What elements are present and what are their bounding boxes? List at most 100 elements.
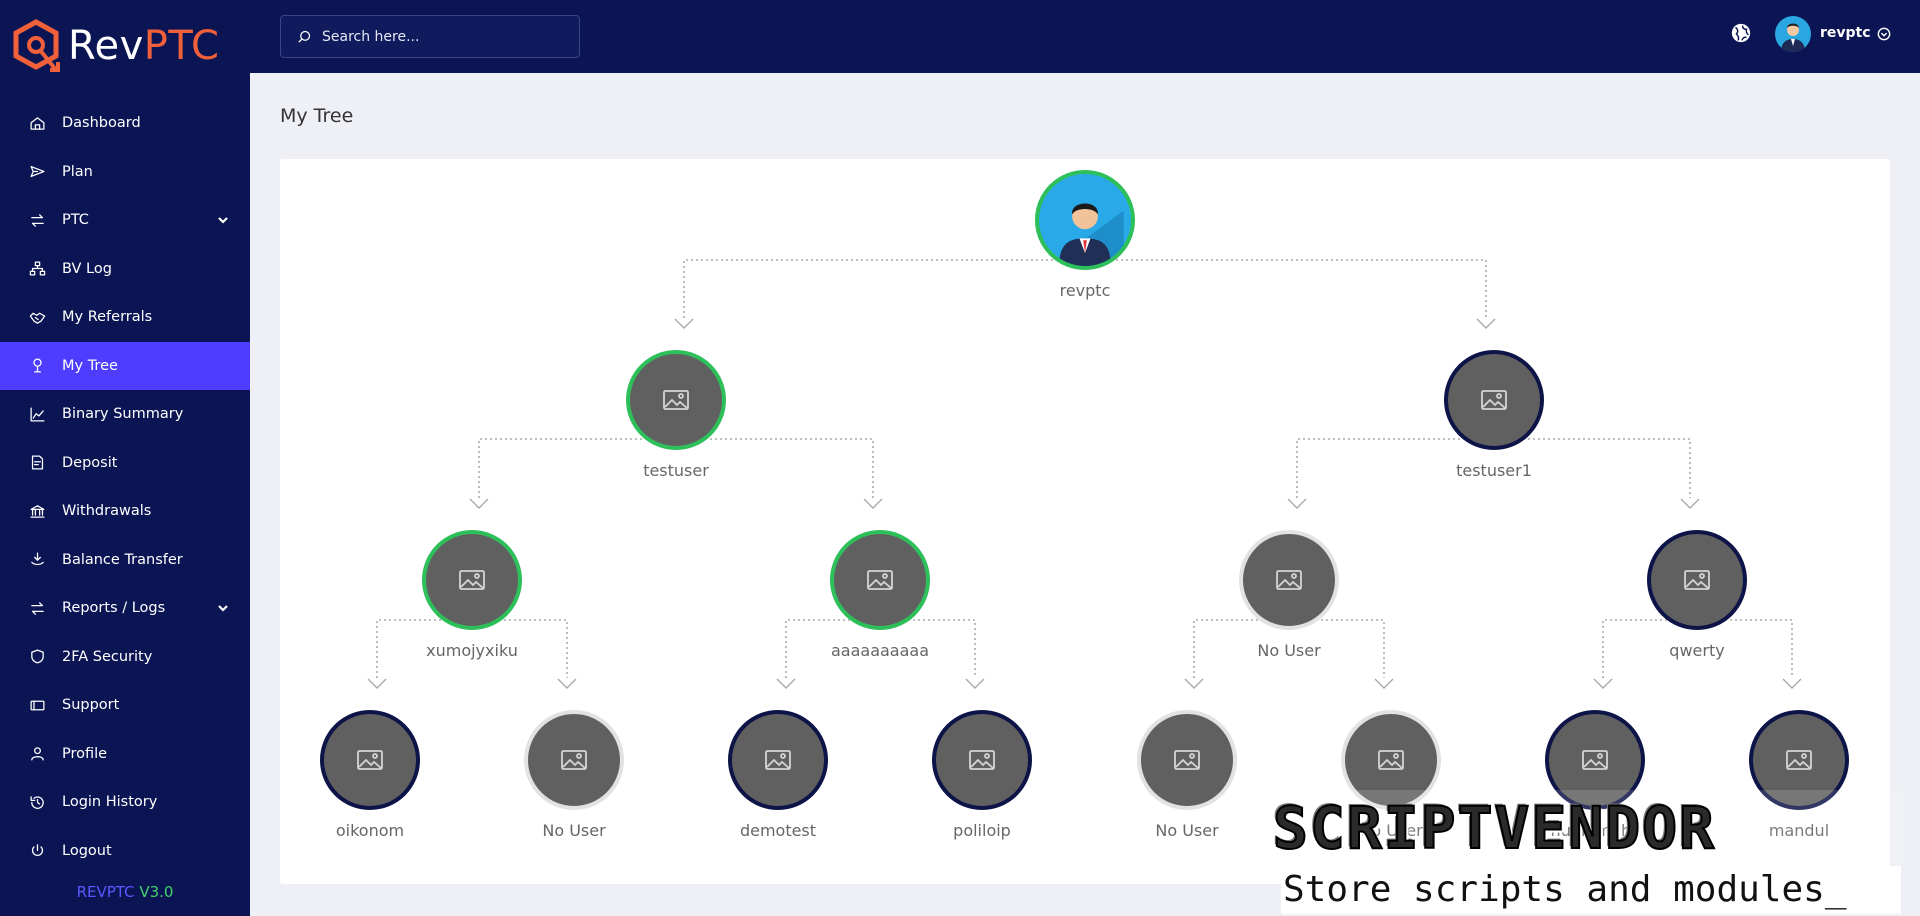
tree-node-label-root[interactable]: revptc — [1025, 279, 1145, 303]
chevron-down-icon[interactable] — [1877, 26, 1891, 41]
sidebar-item-label: My Tree — [62, 357, 118, 374]
image-placeholder-icon — [1683, 568, 1711, 592]
tree-node-avatar[interactable] — [1239, 530, 1339, 630]
sidebar-item-plan[interactable]: Plan — [0, 148, 250, 197]
sidebar-item-ptc[interactable]: PTC — [0, 196, 250, 245]
tree-node-avatar[interactable] — [1137, 710, 1237, 810]
sidebar-item-withdrawals[interactable]: Withdrawals — [0, 487, 250, 536]
user-avatar[interactable] — [1775, 16, 1811, 52]
sidebar-item-label: Dashboard — [62, 115, 141, 132]
top-header: revptc — [250, 0, 1920, 73]
tree-node-avatar[interactable] — [524, 710, 624, 810]
logout-icon — [28, 842, 46, 860]
sidebar-item-label: Logout — [62, 842, 112, 859]
image-placeholder-icon — [662, 388, 690, 412]
sidebar-item-label: My Referrals — [62, 309, 153, 326]
sidebar-item-label: PTC — [62, 212, 89, 229]
search-box — [280, 15, 580, 58]
tree-node-avatar[interactable] — [728, 710, 828, 810]
image-placeholder-icon — [560, 748, 588, 772]
sidebar-item-label: Reports / Logs — [62, 600, 166, 617]
sidebar-item-my-referrals[interactable]: My Referrals — [0, 293, 250, 342]
sidebar-item-dashboard[interactable]: Dashboard — [0, 99, 250, 148]
image-placeholder-icon — [356, 748, 384, 772]
tree-node-label[interactable]: demotest — [718, 819, 838, 843]
chevron-down-icon — [216, 601, 230, 615]
send-icon — [28, 163, 46, 181]
sidebar-item-label: Plan — [62, 163, 93, 180]
sidebar-item-support[interactable]: Support — [0, 681, 250, 730]
user-icon — [28, 745, 46, 763]
sidebar-item-logout[interactable]: Logout — [0, 827, 250, 876]
tree-node-avatar[interactable] — [932, 710, 1032, 810]
image-placeholder-icon — [458, 568, 486, 592]
swap-icon — [28, 599, 46, 617]
deposit-icon — [28, 454, 46, 472]
tree-node-avatar[interactable] — [1035, 170, 1135, 270]
bank-icon — [28, 502, 46, 520]
tree-node-label[interactable]: qwerty — [1637, 639, 1757, 663]
tree-node-label[interactable]: testuser1 — [1434, 459, 1554, 483]
sidebar-item-reports-logs[interactable]: Reports / Logs — [0, 584, 250, 633]
tree-node-label[interactable]: xumojyxiku — [412, 639, 532, 663]
transfer-icon — [28, 551, 46, 569]
sidebar-item-binary-summary[interactable]: Binary Summary — [0, 390, 250, 439]
image-placeholder-icon — [1275, 568, 1303, 592]
sidebar: RevPTC Dashboard Plan PTC BV Log My Referral… — [0, 0, 250, 916]
tree-node-label[interactable]: oikonom — [310, 819, 430, 843]
sidebar-item-profile[interactable]: Profile — [0, 730, 250, 779]
tree-node-label[interactable]: No User — [1127, 819, 1247, 843]
tree-node-avatar[interactable] — [422, 530, 522, 630]
sidebar-item-label: Balance Transfer — [62, 551, 183, 568]
image-placeholder-icon — [1785, 748, 1813, 772]
watermark-title: SCRIPTVENDOR — [1265, 790, 1905, 863]
sidebar-item-label: 2FA Security — [62, 648, 153, 665]
swap-icon — [28, 211, 46, 229]
sidebar-menu: Dashboard Plan PTC BV Log My Referrals My Tre… — [0, 99, 250, 875]
home-icon — [28, 114, 46, 132]
sidebar-item-deposit[interactable]: Deposit — [0, 439, 250, 488]
sidebar-item-label: Profile — [62, 745, 108, 762]
sidebar-item-my-tree[interactable]: My Tree — [0, 341, 250, 390]
header-username[interactable]: revptc — [1820, 25, 1871, 41]
sidebar-item-label: Binary Summary — [62, 406, 184, 423]
sidebar-item-2fa-security[interactable]: 2FA Security — [0, 633, 250, 682]
sidebar-item-bv-log[interactable]: BV Log — [0, 245, 250, 294]
sidebar-item-login-history[interactable]: Login History — [0, 778, 250, 827]
image-placeholder-icon — [866, 568, 894, 592]
handshake-icon — [28, 308, 46, 326]
image-placeholder-icon — [1581, 748, 1609, 772]
image-placeholder-icon — [1173, 748, 1201, 772]
brand-name: RevPTC — [68, 23, 220, 69]
tree-node-label[interactable]: No User — [1229, 639, 1349, 663]
chevron-down-icon — [216, 213, 230, 227]
language-globe-icon[interactable] — [1730, 22, 1752, 44]
tree-node-avatar[interactable] — [830, 530, 930, 630]
logo-icon — [13, 19, 60, 72]
watermark-subtitle: Store scripts and modules_ — [1281, 866, 1901, 914]
image-placeholder-icon — [968, 748, 996, 772]
image-placeholder-icon — [764, 748, 792, 772]
tree-node-label[interactable]: No User — [514, 819, 634, 843]
image-placeholder-icon — [1377, 748, 1405, 772]
tree-node-label[interactable]: aaaaaaaaaa — [820, 639, 940, 663]
tree-node-avatar[interactable] — [1444, 350, 1544, 450]
search-input[interactable] — [322, 28, 562, 45]
history-icon — [28, 793, 46, 811]
image-placeholder-icon — [1480, 388, 1508, 412]
sidebar-item-balance-transfer[interactable]: Balance Transfer — [0, 536, 250, 585]
tree-icon — [28, 357, 46, 375]
chart-icon — [28, 405, 46, 423]
watermark: SCRIPTVENDOR Store scripts and modules_ — [1265, 790, 1905, 916]
tree-node-avatar[interactable] — [320, 710, 420, 810]
sidebar-item-label: Support — [62, 697, 120, 714]
sitemap-icon — [28, 260, 46, 278]
user-avatar-icon — [1059, 203, 1124, 266]
tree-node-avatar[interactable] — [1647, 530, 1747, 630]
ticket-icon — [28, 696, 46, 714]
page-title: My Tree — [280, 105, 354, 127]
tree-node-label[interactable]: poliloip — [922, 819, 1042, 843]
tree-node-label[interactable]: testuser — [616, 459, 736, 483]
brand-logo[interactable]: RevPTC — [10, 18, 219, 74]
tree-node-avatar[interactable] — [626, 350, 726, 450]
